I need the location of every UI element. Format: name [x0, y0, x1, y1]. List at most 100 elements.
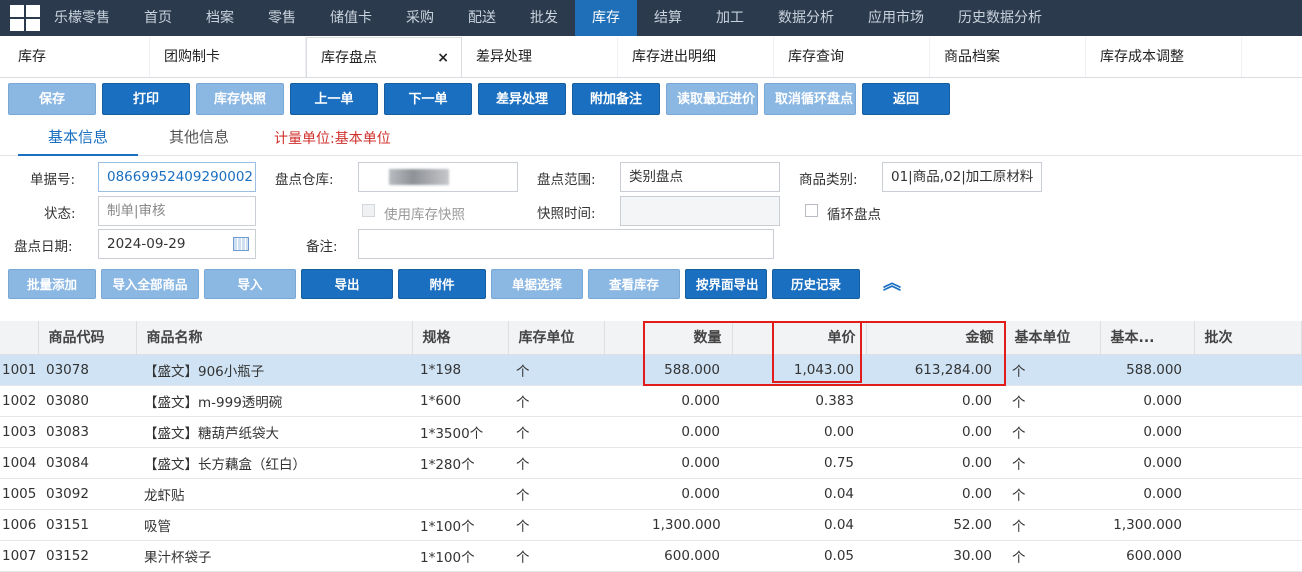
cell-spec[interactable] [412, 478, 508, 510]
cell-base-unit[interactable]: 个 [1004, 478, 1100, 510]
cell-name[interactable]: 【盛文】906小瓶子 [136, 354, 412, 386]
cell-unit[interactable]: 个 [508, 416, 604, 448]
col-price[interactable]: 单价 [732, 321, 867, 355]
table-row[interactable]: 1006 03151 吸管 1*100个个 1,300.000 0.04 52.00 个 1,3… [0, 509, 1302, 541]
next-button[interactable]: 下一单 [384, 83, 472, 115]
cell-name[interactable]: 果汁杯袋子 [136, 540, 412, 572]
cell-name[interactable]: 吸管 [136, 509, 412, 541]
tab-diff[interactable]: 差异处理 [462, 37, 618, 77]
nav-item-retail[interactable]: 零售 [251, 0, 313, 36]
cell-amount[interactable]: 52.00 [866, 509, 1004, 541]
table-row[interactable]: 1001 03078 【盛文】906小瓶子 1*198 个 588.000 1,043.00… [0, 354, 1302, 386]
table-row[interactable]: 1007 03152 果汁杯袋子 1*100个个 600.000 0.05 30.00 个 60… [0, 540, 1302, 572]
cell-batch[interactable] [1194, 540, 1302, 572]
prev-button[interactable]: 上一单 [290, 83, 378, 115]
cell-batch[interactable] [1194, 447, 1302, 479]
category-field[interactable]: 01|商品,02|加工原材料 [882, 162, 1042, 192]
cell-code[interactable]: 03152 [38, 540, 136, 572]
cell-spacer[interactable] [604, 509, 644, 541]
cell-base-unit[interactable]: 个 [1004, 385, 1100, 417]
cell-index[interactable]: 1001 [0, 354, 38, 386]
nav-item-analytics[interactable]: 数据分析 [761, 0, 851, 36]
col-base-unit[interactable]: 基本单位 [1004, 321, 1101, 355]
cycle-checkbox[interactable] [805, 204, 818, 217]
cancel-cycle-button[interactable]: 取消循环盘点 [764, 83, 856, 115]
diff-button[interactable]: 差异处理 [478, 83, 566, 115]
remark-field[interactable] [358, 229, 774, 259]
cell-spacer[interactable] [604, 447, 644, 479]
date-field[interactable]: 2024-09-29 [98, 229, 256, 259]
cell-index[interactable]: 1007 [0, 540, 38, 572]
export-ui-button[interactable]: 按界面导出 [685, 269, 767, 299]
table-row[interactable]: 1002 03080 【盛文】m-999透明碗 1*600 个 0.000 0.383 0.0… [0, 385, 1302, 417]
tab-stock-query[interactable]: 库存查询 [774, 37, 930, 77]
cell-code[interactable]: 03151 [38, 509, 136, 541]
cell-index[interactable]: 1006 [0, 509, 38, 541]
close-icon[interactable]: × [437, 38, 449, 78]
back-button[interactable]: 返回 [862, 83, 950, 115]
cell-qty[interactable]: 0.000 [644, 478, 732, 510]
cell-base-qty[interactable]: 588.000 [1100, 354, 1194, 386]
cell-amount[interactable]: 0.00 [866, 385, 1004, 417]
col-spec[interactable]: 规格 [412, 321, 509, 355]
cell-name[interactable]: 【盛文】长方藕盒（红白） [136, 447, 412, 479]
cell-base-unit[interactable]: 个 [1004, 416, 1100, 448]
col-name[interactable]: 商品名称 [136, 321, 413, 355]
cell-spec[interactable]: 1*3500个 [412, 416, 508, 448]
latest-price-button[interactable]: 读取最近进价 [666, 83, 758, 115]
cell-spacer[interactable] [604, 385, 644, 417]
cell-price[interactable]: 0.04 [732, 478, 866, 510]
cell-base-unit[interactable]: 个 [1004, 447, 1100, 479]
nav-item-inventory[interactable]: 库存 [575, 0, 637, 36]
cell-qty[interactable]: 588.000 [644, 354, 732, 386]
view-stock-button[interactable]: 查看库存 [588, 269, 680, 299]
cell-qty[interactable]: 0.000 [644, 385, 732, 417]
cell-batch[interactable] [1194, 385, 1302, 417]
cell-base-unit[interactable]: 个 [1004, 509, 1100, 541]
table-row[interactable]: 1005 03092 龙虾贴个 0.000 0.04 0.00 个 0.000 [0, 478, 1302, 510]
cell-spacer[interactable] [604, 416, 644, 448]
cell-price[interactable]: 0.00 [732, 416, 866, 448]
use-snapshot-checkbox[interactable] [362, 204, 375, 217]
cell-unit[interactable]: 个 [508, 478, 604, 510]
cell-price[interactable]: 0.04 [732, 509, 866, 541]
cell-spec[interactable]: 1*100个 [412, 540, 508, 572]
cell-spec[interactable]: 1*280个 [412, 447, 508, 479]
cell-name[interactable]: 【盛文】m-999透明碗 [136, 385, 412, 417]
tab-other-info[interactable]: 其他信息 [138, 120, 260, 156]
nav-item-app-market[interactable]: 应用市场 [851, 0, 941, 36]
cell-name[interactable]: 【盛文】糖葫芦纸袋大 [136, 416, 412, 448]
calendar-icon[interactable] [233, 237, 249, 251]
col-unit[interactable]: 库存单位 [508, 321, 605, 355]
order-no-field[interactable]: 08669952409290002 [98, 162, 256, 192]
cell-spec[interactable]: 1*198 [412, 354, 508, 386]
import-all-button[interactable]: 导入全部商品 [101, 269, 199, 299]
cell-price[interactable]: 1,043.00 [732, 354, 866, 386]
tab-cost-adjust[interactable]: 库存成本调整 [1086, 37, 1242, 77]
tab-stock-detail[interactable]: 库存进出明细 [618, 37, 774, 77]
cell-price[interactable]: 0.75 [732, 447, 866, 479]
tab-stocktake[interactable]: 库存盘点 × [306, 37, 462, 77]
cell-base-unit[interactable]: 个 [1004, 540, 1100, 572]
attachment-button[interactable]: 附件 [398, 269, 486, 299]
cell-code[interactable]: 03080 [38, 385, 136, 417]
cell-unit[interactable]: 个 [508, 385, 604, 417]
cell-index[interactable]: 1002 [0, 385, 38, 417]
cell-qty[interactable]: 0.000 [644, 416, 732, 448]
cell-unit[interactable]: 个 [508, 354, 604, 386]
tab-inventory[interactable]: 库存 [0, 37, 150, 77]
nav-item-home[interactable]: 首页 [127, 0, 189, 36]
col-qty[interactable]: 数量 [644, 321, 733, 355]
cell-amount[interactable]: 0.00 [866, 478, 1004, 510]
cell-spacer[interactable] [604, 354, 644, 386]
cell-code[interactable]: 03092 [38, 478, 136, 510]
cell-qty[interactable]: 1,300.000 [644, 509, 732, 541]
cell-amount[interactable]: 30.00 [866, 540, 1004, 572]
nav-item-delivery[interactable]: 配送 [451, 0, 513, 36]
nav-item-archive[interactable]: 档案 [189, 0, 251, 36]
cell-price[interactable]: 0.05 [732, 540, 866, 572]
col-code[interactable]: 商品代码 [38, 321, 137, 355]
double-chevron-up-icon[interactable]: ︽ [883, 275, 901, 293]
cell-batch[interactable] [1194, 354, 1302, 386]
note-button[interactable]: 附加备注 [572, 83, 660, 115]
